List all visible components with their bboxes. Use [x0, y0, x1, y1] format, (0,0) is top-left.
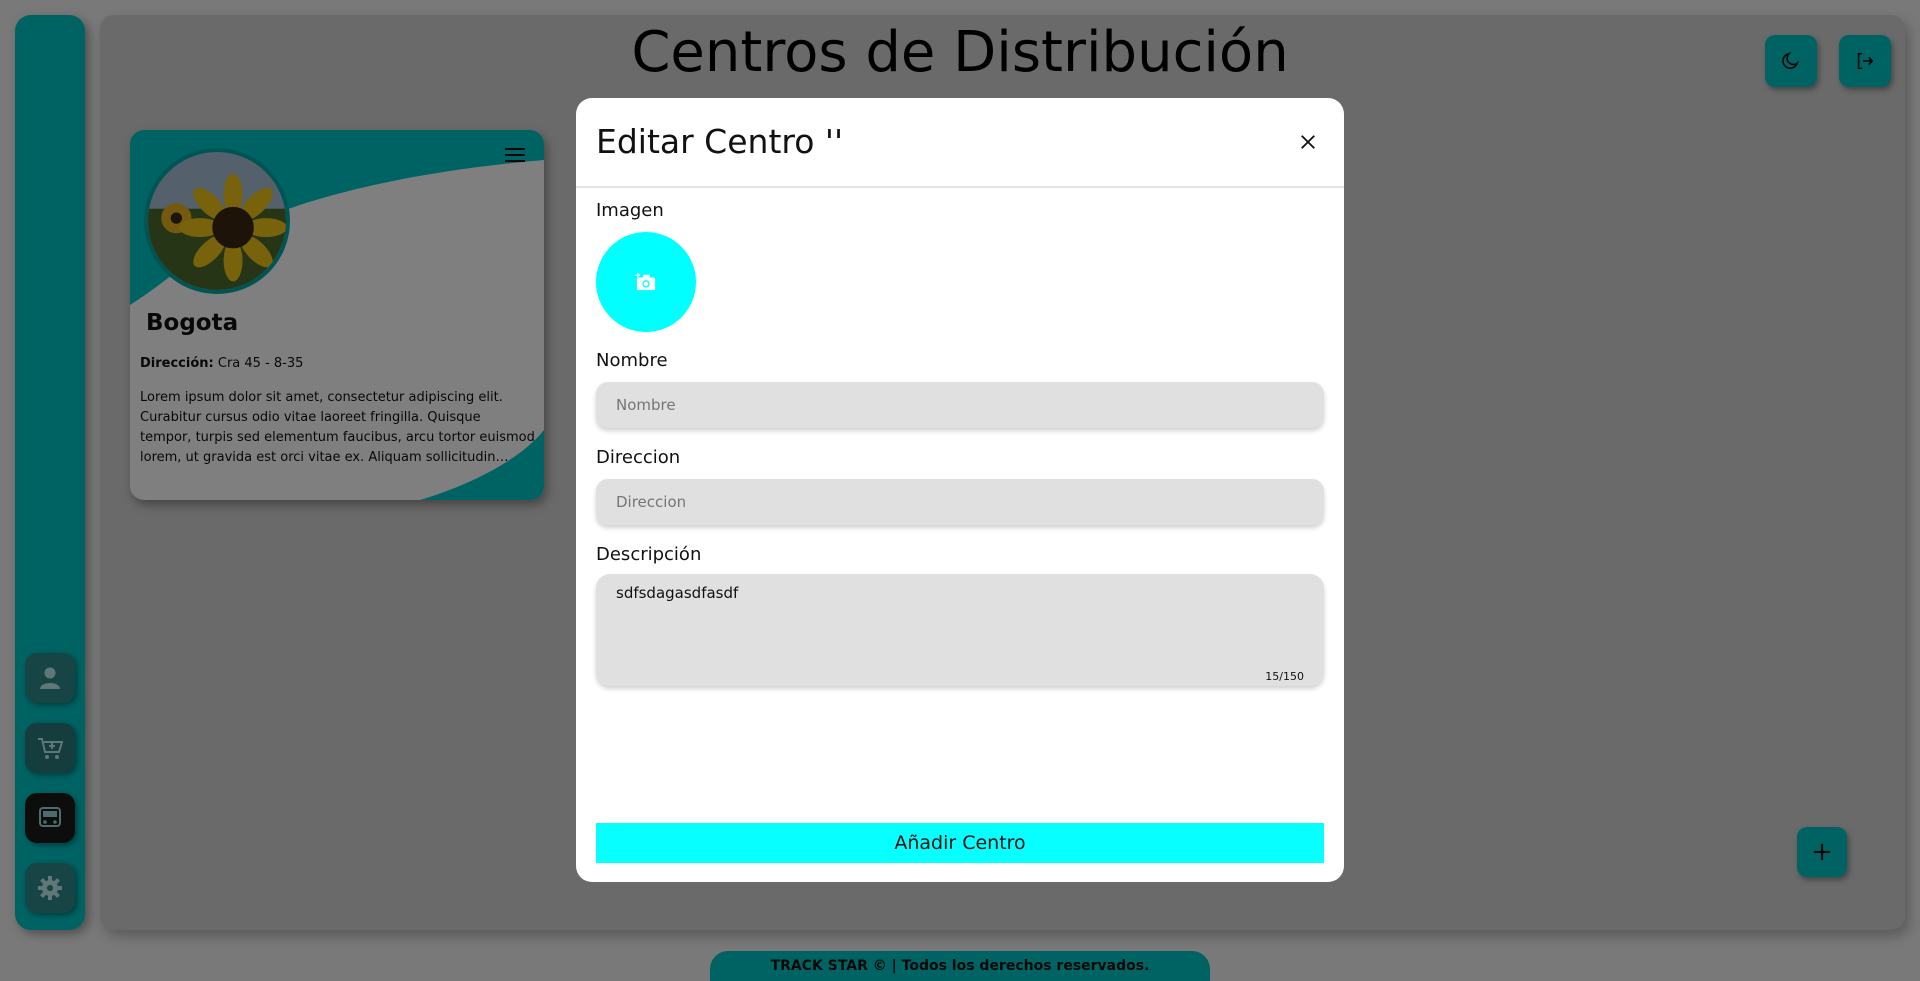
modal-title: Editar Centro '': [596, 122, 844, 161]
close-button[interactable]: [1294, 128, 1322, 156]
imagen-label: Imagen: [596, 200, 664, 221]
character-counter: 15/150: [1265, 670, 1304, 683]
close-icon: [1301, 135, 1315, 149]
descripcion-textarea[interactable]: sdfsdagasdfasdf: [596, 574, 1324, 686]
add-photo-icon: [635, 272, 656, 291]
add-center-button[interactable]: Añadir Centro: [596, 823, 1324, 863]
nombre-input[interactable]: [596, 382, 1324, 428]
descripcion-label: Descripción: [596, 544, 702, 565]
modal-header: Editar Centro '': [576, 98, 1344, 188]
image-upload-button[interactable]: [596, 232, 696, 332]
direccion-label: Direccion: [596, 447, 681, 468]
direccion-input[interactable]: [596, 479, 1324, 525]
edit-center-modal: Editar Centro '' Imagen Nombre Direccion…: [576, 98, 1344, 882]
nombre-label: Nombre: [596, 350, 668, 371]
descripcion-field: sdfsdagasdfasdf 15/150: [596, 574, 1324, 686]
